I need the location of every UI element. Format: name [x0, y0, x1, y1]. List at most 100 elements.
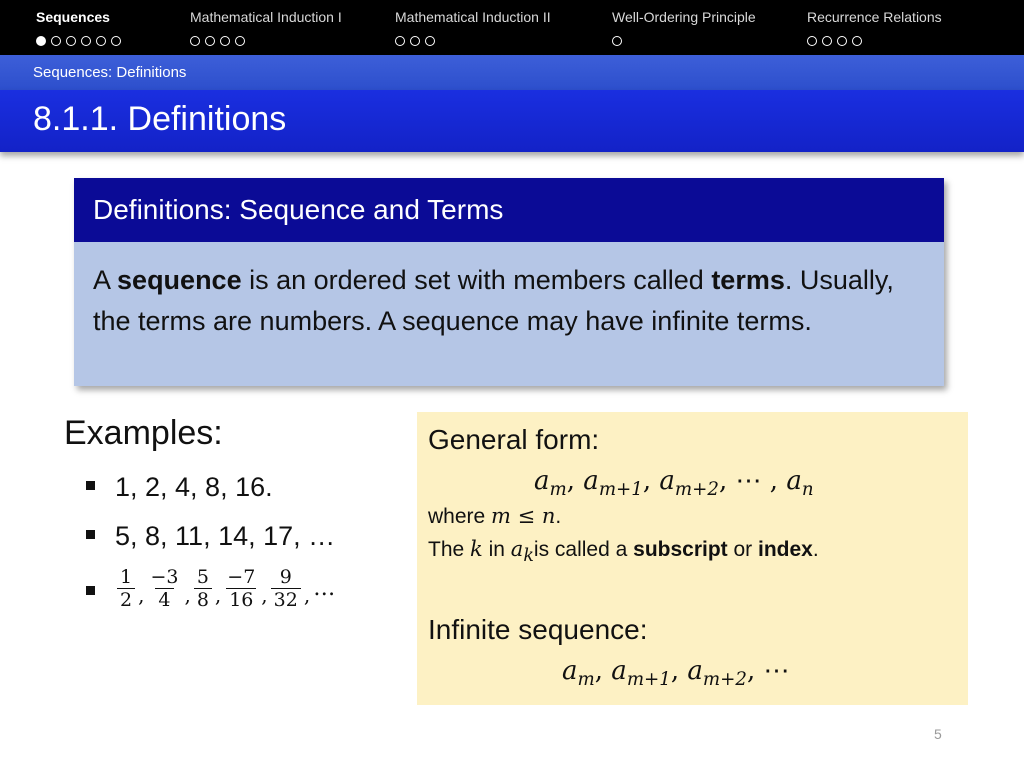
slide-title: 8.1.1. Definitions — [33, 100, 287, 138]
square-bullet-icon — [86, 586, 95, 595]
math-dots: ⋯ — [735, 466, 762, 496]
square-bullet-icon — [86, 530, 95, 540]
nav-slide-dot[interactable] — [822, 35, 832, 46]
nav-section-title[interactable]: Mathematical Induction I — [190, 9, 342, 25]
definition-block-title: Definitions: Sequence and Terms — [93, 194, 504, 225]
math-variable: a — [687, 656, 703, 686]
nav-slide-dot[interactable] — [410, 35, 420, 46]
math-subscript: m — [549, 479, 567, 501]
math-variable: a — [786, 466, 802, 496]
nav-slide-dots — [612, 32, 627, 46]
ellipsis: … — [313, 576, 336, 601]
nav-section-title[interactable]: Sequences — [36, 9, 110, 25]
nav-slide-dot[interactable] — [425, 35, 435, 46]
definition-block-header: Definitions: Sequence and Terms — [74, 178, 944, 242]
nav-slide-dots — [190, 32, 250, 46]
definition-block-body: A sequence is an ordered set with member… — [74, 242, 944, 386]
math-separator: , — [566, 466, 584, 496]
nav-slide-dots — [807, 32, 867, 46]
general-form-box: General form: am, am+1, am+2, ⋯ , an whe… — [417, 412, 968, 705]
nav-slide-dot-current[interactable] — [36, 35, 46, 46]
index-text: . — [812, 538, 819, 561]
general-form-heading: General form: — [428, 424, 600, 455]
nav-slide-dot[interactable] — [807, 35, 817, 46]
fraction-denominator: 16 — [226, 588, 257, 611]
title-bar: 8.1.1. Definitions — [0, 90, 1024, 152]
math-dots: ⋯ — [763, 656, 790, 686]
navigation-bar: Sequences Mathematical Induction I Mathe… — [0, 0, 1024, 55]
fraction-numerator: 5 — [196, 566, 209, 588]
nav-slide-dot[interactable] — [66, 35, 76, 46]
separator: , — [184, 582, 191, 607]
math-subscript: m+1 — [598, 479, 643, 501]
general-form-condition: where m ≤ n. — [428, 504, 561, 529]
math-separator: , — [761, 466, 787, 496]
infinite-sequence-formula: am, am+1, am+2, ⋯ — [562, 656, 790, 690]
subsection-title: Sequences: Definitions — [33, 64, 187, 81]
separator: , — [138, 582, 145, 607]
index-term-subscript: k — [523, 546, 534, 567]
example-text: 1, 2, 4, 8, 16. — [115, 472, 273, 502]
separator: , — [261, 582, 268, 607]
index-variable: k — [470, 537, 483, 561]
fraction-numerator: −3 — [150, 566, 179, 588]
term-index: index — [758, 538, 813, 561]
square-bullet-icon — [86, 481, 95, 491]
example-item: 5, 8, 11, 14, 17, … — [86, 521, 335, 552]
nav-slide-dot[interactable] — [205, 35, 215, 46]
index-text: The — [428, 538, 471, 561]
nav-slide-dot[interactable] — [837, 35, 847, 46]
example-item-fractions: 12, −3 4, 58, −7 16, 9 32, … — [86, 566, 335, 611]
fraction-denominator: 4 — [155, 588, 174, 611]
math-variable: a — [583, 466, 599, 496]
definition-block: Definitions: Sequence and Terms A sequen… — [74, 178, 944, 386]
nav-slide-dot[interactable] — [235, 35, 245, 46]
index-text: in — [482, 538, 511, 561]
nav-section-title[interactable]: Recurrence Relations — [807, 9, 942, 25]
example-text: 5, 8, 11, 14, 17, … — [115, 521, 336, 551]
condition-text: where — [428, 505, 492, 528]
math-subscript: m+1 — [626, 669, 671, 691]
example-item: 1, 2, 4, 8, 16. — [86, 472, 273, 503]
subsection-bar: Sequences: Definitions — [0, 55, 1024, 90]
nav-slide-dot[interactable] — [51, 35, 61, 46]
infinite-sequence-heading: Infinite sequence: — [428, 614, 648, 645]
fraction: −7 16 — [224, 566, 258, 611]
term-sequence: sequence — [117, 265, 242, 295]
nav-section-title[interactable]: Mathematical Induction II — [395, 9, 551, 25]
math-variable: a — [534, 466, 550, 496]
examples-heading: Examples: — [64, 414, 223, 452]
math-subscript: n — [801, 479, 814, 501]
nav-slide-dot[interactable] — [395, 35, 405, 46]
math-subscript: m+2 — [702, 669, 747, 691]
fraction-numerator: 9 — [279, 566, 292, 588]
nav-slide-dot[interactable] — [190, 35, 200, 46]
fraction-denominator: 2 — [117, 588, 136, 611]
fraction-numerator: 1 — [120, 566, 133, 588]
nav-slide-dot[interactable] — [612, 35, 622, 46]
math-subscript: m — [577, 669, 595, 691]
term-terms: terms — [711, 265, 785, 295]
nav-slide-dot[interactable] — [81, 35, 91, 46]
nav-slide-dot[interactable] — [852, 35, 862, 46]
term-subscript: subscript — [633, 538, 728, 561]
math-separator: , — [718, 466, 736, 496]
math-subscript: m+2 — [674, 479, 719, 501]
nav-section-title[interactable]: Well-Ordering Principle — [612, 9, 756, 25]
index-term: a — [510, 537, 524, 561]
nav-slide-dot[interactable] — [220, 35, 230, 46]
nav-slide-dots — [395, 32, 440, 46]
nav-slide-dots — [36, 32, 126, 46]
index-text: or — [727, 538, 759, 561]
index-text: is called a — [533, 538, 634, 561]
fraction: 9 32 — [270, 566, 301, 611]
fraction: 58 — [193, 566, 212, 611]
general-form-formula: am, am+1, am+2, ⋯ , an — [534, 466, 814, 500]
subscript-definition: The k in akis called a subscript or inde… — [428, 537, 819, 566]
math-variable: a — [659, 466, 675, 496]
condition-end: . — [555, 505, 562, 528]
nav-slide-dot[interactable] — [111, 35, 121, 46]
separator: , — [214, 582, 222, 607]
nav-slide-dot[interactable] — [96, 35, 106, 46]
fraction-numerator: −7 — [227, 566, 256, 588]
